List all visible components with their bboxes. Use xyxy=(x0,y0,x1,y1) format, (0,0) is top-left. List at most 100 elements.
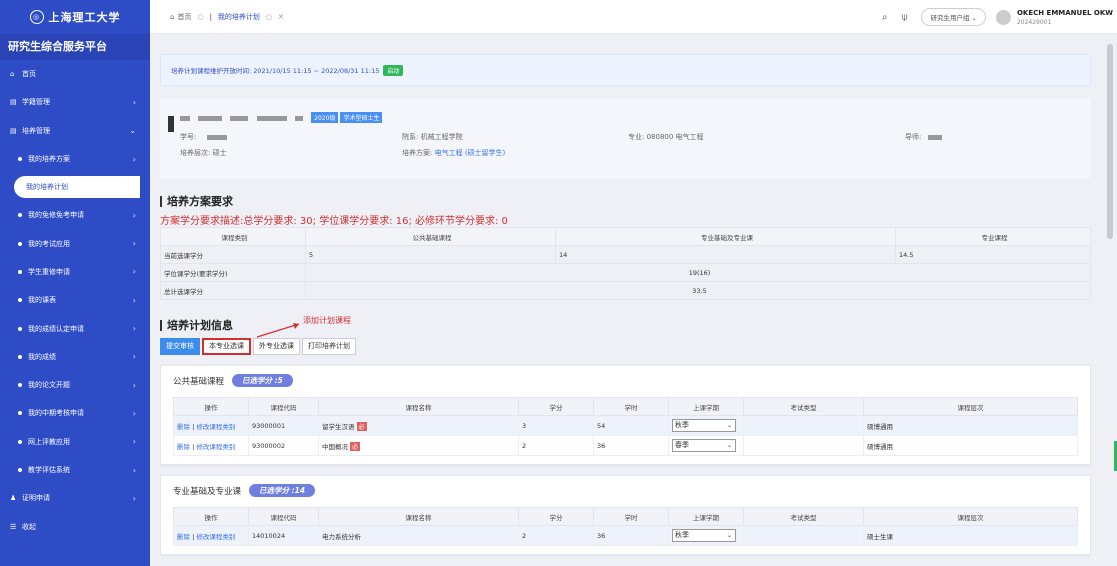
section-major-courses: 专业基础及专业课 已选学分 :14 操作 课程代码 课程名称 学分 学时 上课学期 考试类型课… xyxy=(160,475,1091,555)
column-header: 课程代码 xyxy=(248,507,319,526)
sidebar-item[interactable]: 我的培养计划 xyxy=(14,176,140,199)
column-header: 学分 xyxy=(518,507,594,526)
column-header: 课程名称 xyxy=(318,397,519,416)
edit-category-link[interactable]: 修改课程类别 xyxy=(196,533,235,541)
sidebar-item[interactable]: ♟ 证明申请 › xyxy=(0,484,150,512)
chevron-icon: › xyxy=(132,380,136,390)
chevron-icon: › xyxy=(132,210,136,220)
table-row: 删除 | 修改课程类别 14010024 电力系统分析 2 36 秋季 ⌄ 硕士生课 xyxy=(173,525,1078,546)
bullet-icon xyxy=(18,213,22,218)
type-tag: 学术型硕士生 xyxy=(340,112,383,123)
tab-training-plan[interactable]: 我的培养计划 ○ ✕ xyxy=(212,7,290,27)
bullet-icon xyxy=(18,241,22,246)
chevron-icon: › xyxy=(132,154,136,164)
section-public-courses: 公共基础课程 已选学分 :5 操作 课程代码 课程名称 学分 学时 上课学期 考试类型 课程层次… xyxy=(160,365,1091,465)
chevron-icon: › xyxy=(132,352,136,362)
chevron-down-icon: ⌄ xyxy=(726,532,732,539)
bullet-icon xyxy=(18,157,22,162)
user-id: 202429001 xyxy=(1016,18,1052,26)
user-name: OKECH EMMANUEL OKW xyxy=(1016,8,1113,17)
chevron-icon: › xyxy=(132,408,136,418)
sidebar-item[interactable]: ☰ 收起 xyxy=(0,512,150,540)
chevron-icon: › xyxy=(132,465,136,475)
sidebar-item[interactable]: 我的成绩认定申请 › xyxy=(0,314,150,342)
term-select[interactable]: 春季 ⌄ xyxy=(672,439,736,452)
sidebar-item[interactable]: 网上评教应用 › xyxy=(0,428,150,456)
top-bar: ⌂ 首页 ○ | 我的培养计划 ○ ✕ ⌕ ⍦ 研究生用户组 ⌄ OKECH E… xyxy=(150,0,1117,34)
column-header: 考试类型 xyxy=(743,507,864,526)
shirt-icon[interactable]: ⍦ xyxy=(901,12,907,23)
column-header: 上课学期 xyxy=(668,397,744,416)
redacted-name xyxy=(180,115,190,121)
tab-home[interactable]: ⌂ 首页 ○ xyxy=(164,7,210,27)
accent-bar xyxy=(168,116,174,132)
sidebar-item[interactable]: 我的免修免考申请 › xyxy=(0,201,150,229)
chevron-icon: › xyxy=(132,295,136,305)
sidebar-item[interactable]: 我的中期考核申请 › xyxy=(0,399,150,427)
sidebar-item[interactable]: 我的成绩 › xyxy=(0,343,150,371)
delete-link[interactable]: 删除 xyxy=(177,423,190,431)
student-info: 2020级 学术型硕士生 学号: 培养层次: 硕士 院系: 机械工程学院 培养方案… xyxy=(160,98,1091,178)
table-row: 删除 | 修改课程类别 93000001 留学生汉语必 3 54 秋季 ⌄ 硕博通用 xyxy=(173,415,1078,436)
close-icon[interactable]: ✕ xyxy=(278,13,284,21)
credit-badge: 已选学分 :5 xyxy=(232,374,293,387)
collapse-icon: ☰ xyxy=(10,522,17,531)
sidebar-item[interactable]: 我的论文开题 › xyxy=(0,371,150,399)
column-header: 学分 xyxy=(518,397,594,416)
bullet-icon xyxy=(18,354,22,359)
column-header: 课程代码 xyxy=(248,397,319,416)
bullet-icon xyxy=(18,439,22,444)
role-dropdown[interactable]: 研究生用户组 ⌄ xyxy=(921,8,986,26)
table-row: 删除 | 修改课程类别 93000002 中国概况必 2 36 春季 ⌄ 硕博通用 xyxy=(173,435,1078,456)
chevron-down-icon: ⌄ xyxy=(726,422,732,429)
sidebar-item[interactable]: ▤ 学籍管理 › xyxy=(0,88,150,116)
grade-tag: 2020级 xyxy=(311,112,339,123)
avatar[interactable] xyxy=(995,9,1011,25)
submit-review-button[interactable]: 提交审核 xyxy=(160,338,200,355)
chevron-icon: › xyxy=(132,97,136,107)
main-content: 培养计划课程维护开放时间: 2021/10/15 11:15 ~ 2022/08… xyxy=(160,44,1091,566)
sidebar-item[interactable]: 教学评估系统 › xyxy=(0,456,150,484)
user-icon: ♟ xyxy=(10,494,17,503)
plan-link[interactable]: 电气工程 (硕士留学生) xyxy=(435,149,506,157)
bullet-icon xyxy=(18,383,22,388)
seal-icon: ◎ xyxy=(29,10,44,24)
redacted-id xyxy=(206,134,227,140)
sidebar-menu: ⌂ 首页 ▤ 学籍管理 › ▤ 培养管理 ⌄ 我的培养方案 › 我的培养计划 我的免修免考申请 › 我的考… xyxy=(0,60,150,541)
term-select[interactable]: 秋季 ⌄ xyxy=(672,419,736,432)
sidebar-item[interactable]: ▤ 培养管理 ⌄ xyxy=(0,117,150,145)
sidebar-item[interactable]: 我的培养方案 › xyxy=(0,145,150,173)
search-icon[interactable]: ⌕ xyxy=(882,12,888,23)
status-badge: 启动 xyxy=(383,64,404,76)
requirements-desc: 方案学分要求描述:总学分要求: 30; 学位课学分要求: 16; 必修环节学分要… xyxy=(160,216,508,227)
column-header: 操作 xyxy=(173,397,249,416)
refresh-icon[interactable]: ○ xyxy=(266,13,272,21)
chevron-icon: ⌄ xyxy=(129,126,136,136)
scrollbar[interactable] xyxy=(1107,44,1113,239)
delete-link[interactable]: 删除 xyxy=(177,443,190,451)
university-logo[interactable]: ◎ 上海理工大学 xyxy=(0,0,150,34)
bullet-icon xyxy=(18,326,22,331)
home-icon: ⌂ xyxy=(10,70,15,79)
delete-link[interactable]: 删除 xyxy=(177,533,190,541)
sidebar-item[interactable]: 学生重修申请 › xyxy=(0,258,150,286)
edit-category-link[interactable]: 修改课程类别 xyxy=(196,443,235,451)
column-header: 学时 xyxy=(593,397,669,416)
bullet-icon xyxy=(18,411,22,416)
home-icon: ⌂ xyxy=(170,12,175,21)
term-select[interactable]: 秋季 ⌄ xyxy=(672,529,736,542)
chevron-icon: › xyxy=(132,267,136,277)
course-table: 操作 课程代码 课程名称 学分 学时 上课学期 考试类型 课程层次 删除 | 修改课程类别 140… xyxy=(173,507,1078,546)
refresh-icon[interactable]: ○ xyxy=(197,13,203,21)
edit-category-link[interactable]: 修改课程类别 xyxy=(196,423,235,431)
major-course-select-button[interactable]: 本专业选课 xyxy=(202,338,251,355)
sidebar-item[interactable]: ⌂ 首页 xyxy=(0,60,150,88)
column-header: 课程层次 xyxy=(863,507,1078,526)
chevron-icon: › xyxy=(132,493,136,503)
sidebar-item[interactable]: 我的考试应用 › xyxy=(0,229,150,257)
requirements-table: 课程类别 公共基础课程 专业基础及专业课 专业课程 当前选课学分 5 14 14… xyxy=(160,227,1091,300)
grid-icon: ▤ xyxy=(10,98,17,107)
sidebar-item[interactable]: 我的课表 › xyxy=(0,286,150,314)
required-badge: 必 xyxy=(350,441,361,451)
credit-badge: 已选学分 :14 xyxy=(249,484,316,497)
